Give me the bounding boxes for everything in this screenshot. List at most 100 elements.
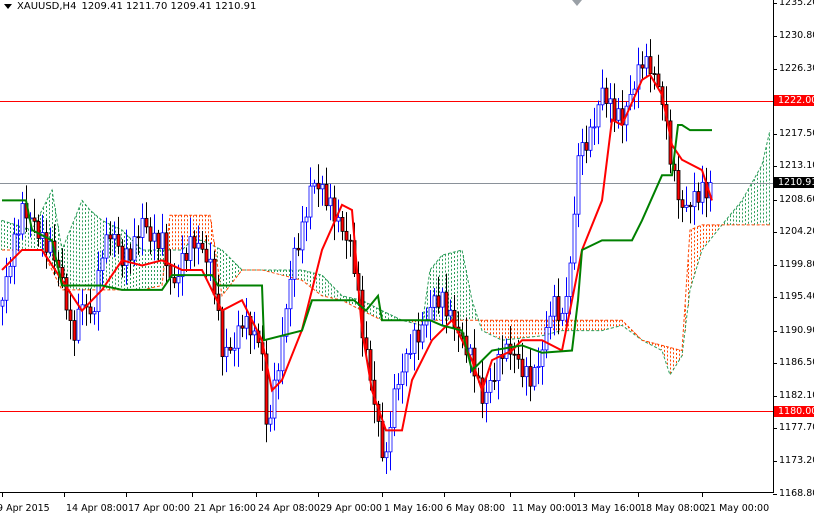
kijun-sen-line [2, 124, 712, 373]
dropdown-triangle-icon[interactable] [4, 4, 12, 9]
bull-candle [596, 104, 601, 128]
bull-candle [396, 384, 401, 390]
bear-candle [640, 64, 645, 69]
bull-candle [20, 203, 25, 235]
bear-candle [220, 310, 225, 358]
price-tick-label: 1208.60 [779, 193, 814, 205]
bear-candle [60, 266, 65, 278]
bull-candle [608, 98, 613, 104]
senkou-span-a-line [1, 130, 771, 377]
bear-candle [676, 170, 681, 201]
bull-candle [544, 327, 549, 351]
bear-candle [688, 204, 693, 208]
current-price-badge: 1210.91 [774, 177, 814, 189]
time-tick-label: 6 May 08:00 [446, 503, 506, 514]
bear-candle [32, 217, 37, 222]
bear-candle [520, 358, 525, 378]
bear-candle [128, 248, 133, 261]
bear-candle [652, 73, 657, 75]
bull-candle [152, 232, 157, 242]
bull-candle [576, 155, 581, 215]
bull-candle [504, 343, 509, 359]
bull-candle [188, 236, 193, 261]
price-tick-label: 1204.20 [779, 226, 814, 238]
bear-candle [348, 239, 353, 242]
bear-candle [172, 277, 177, 284]
bull-candle [288, 278, 293, 310]
bull-candle [100, 257, 105, 271]
bull-candle [524, 366, 529, 378]
bull-candle [176, 276, 181, 284]
bear-candle [416, 329, 421, 343]
bear-candle [696, 191, 701, 203]
bull-candle [552, 296, 557, 317]
price-tick-label: 1213.10 [779, 160, 814, 172]
bear-candle [64, 277, 69, 311]
bull-candle [424, 320, 429, 326]
price-tick-label: 1217.50 [779, 127, 814, 139]
bear-candle [108, 234, 113, 240]
bull-candle [280, 335, 285, 372]
time-tick-label: 18 May 08:00 [640, 503, 706, 514]
bull-candle [580, 142, 585, 157]
bear-candle [516, 353, 521, 360]
bull-candle [600, 87, 605, 106]
price-tick-label: 1186.50 [779, 357, 814, 369]
bull-candle [92, 311, 97, 315]
bull-candle [16, 233, 21, 236]
price-chart[interactable] [0, 0, 814, 516]
bull-candle [592, 126, 597, 129]
bear-candle [444, 291, 449, 317]
bull-candle [684, 204, 689, 208]
ichimoku-lines [1, 73, 713, 432]
bull-candle [392, 388, 397, 428]
price-tick-label: 1190.90 [779, 324, 814, 336]
bull-candle [488, 380, 493, 393]
bear-candle [116, 234, 121, 247]
bear-candle [240, 325, 245, 329]
price-tick-label: 1195.40 [779, 291, 814, 303]
bull-candle [4, 276, 9, 301]
bear-candle [344, 230, 349, 241]
bear-candle [436, 295, 441, 308]
bull-candle [384, 451, 389, 459]
bear-candle [200, 242, 205, 250]
bear-candle [512, 353, 517, 356]
bull-candle [208, 258, 213, 263]
bull-candle [448, 309, 453, 317]
bull-candle [432, 295, 437, 308]
bear-candle [316, 182, 321, 190]
bear-candle [164, 232, 169, 267]
bear-candle [492, 380, 497, 382]
bear-candle [584, 142, 589, 151]
bear-candle [380, 420, 385, 459]
bull-candle [160, 232, 165, 249]
bull-candle [180, 252, 185, 278]
ichimoku-cloud [1, 130, 771, 377]
bull-candle [588, 126, 593, 151]
bull-candle [104, 234, 109, 259]
bull-candle [428, 306, 433, 322]
chart-shift-marker-icon[interactable] [572, 0, 582, 6]
bull-candle [268, 417, 273, 425]
bull-candle [76, 308, 81, 341]
bull-candle [572, 213, 577, 264]
tenkan-sen-line [1, 73, 713, 432]
bull-candle [308, 185, 313, 218]
symbol-timeframe: XAUUSD,H4 [17, 1, 77, 12]
price-tick-label: 1182.10 [779, 389, 814, 401]
bear-candle [648, 56, 653, 74]
bull-candle [112, 234, 117, 240]
time-tick-label: 9 Apr 2015 [0, 503, 50, 514]
time-tick-label: 21 May 00:00 [704, 503, 770, 514]
bull-candle [236, 325, 241, 349]
bull-candle [336, 216, 341, 222]
time-tick-label: 29 Apr 00:00 [320, 503, 382, 514]
bull-candle [408, 352, 413, 355]
bear-candle [144, 217, 149, 228]
bear-candle [156, 232, 161, 249]
bear-candle [556, 296, 561, 321]
bear-candle [604, 87, 609, 104]
price-tick-label: 1230.80 [779, 29, 814, 41]
time-tick-label: 1 May 16:00 [384, 503, 444, 514]
